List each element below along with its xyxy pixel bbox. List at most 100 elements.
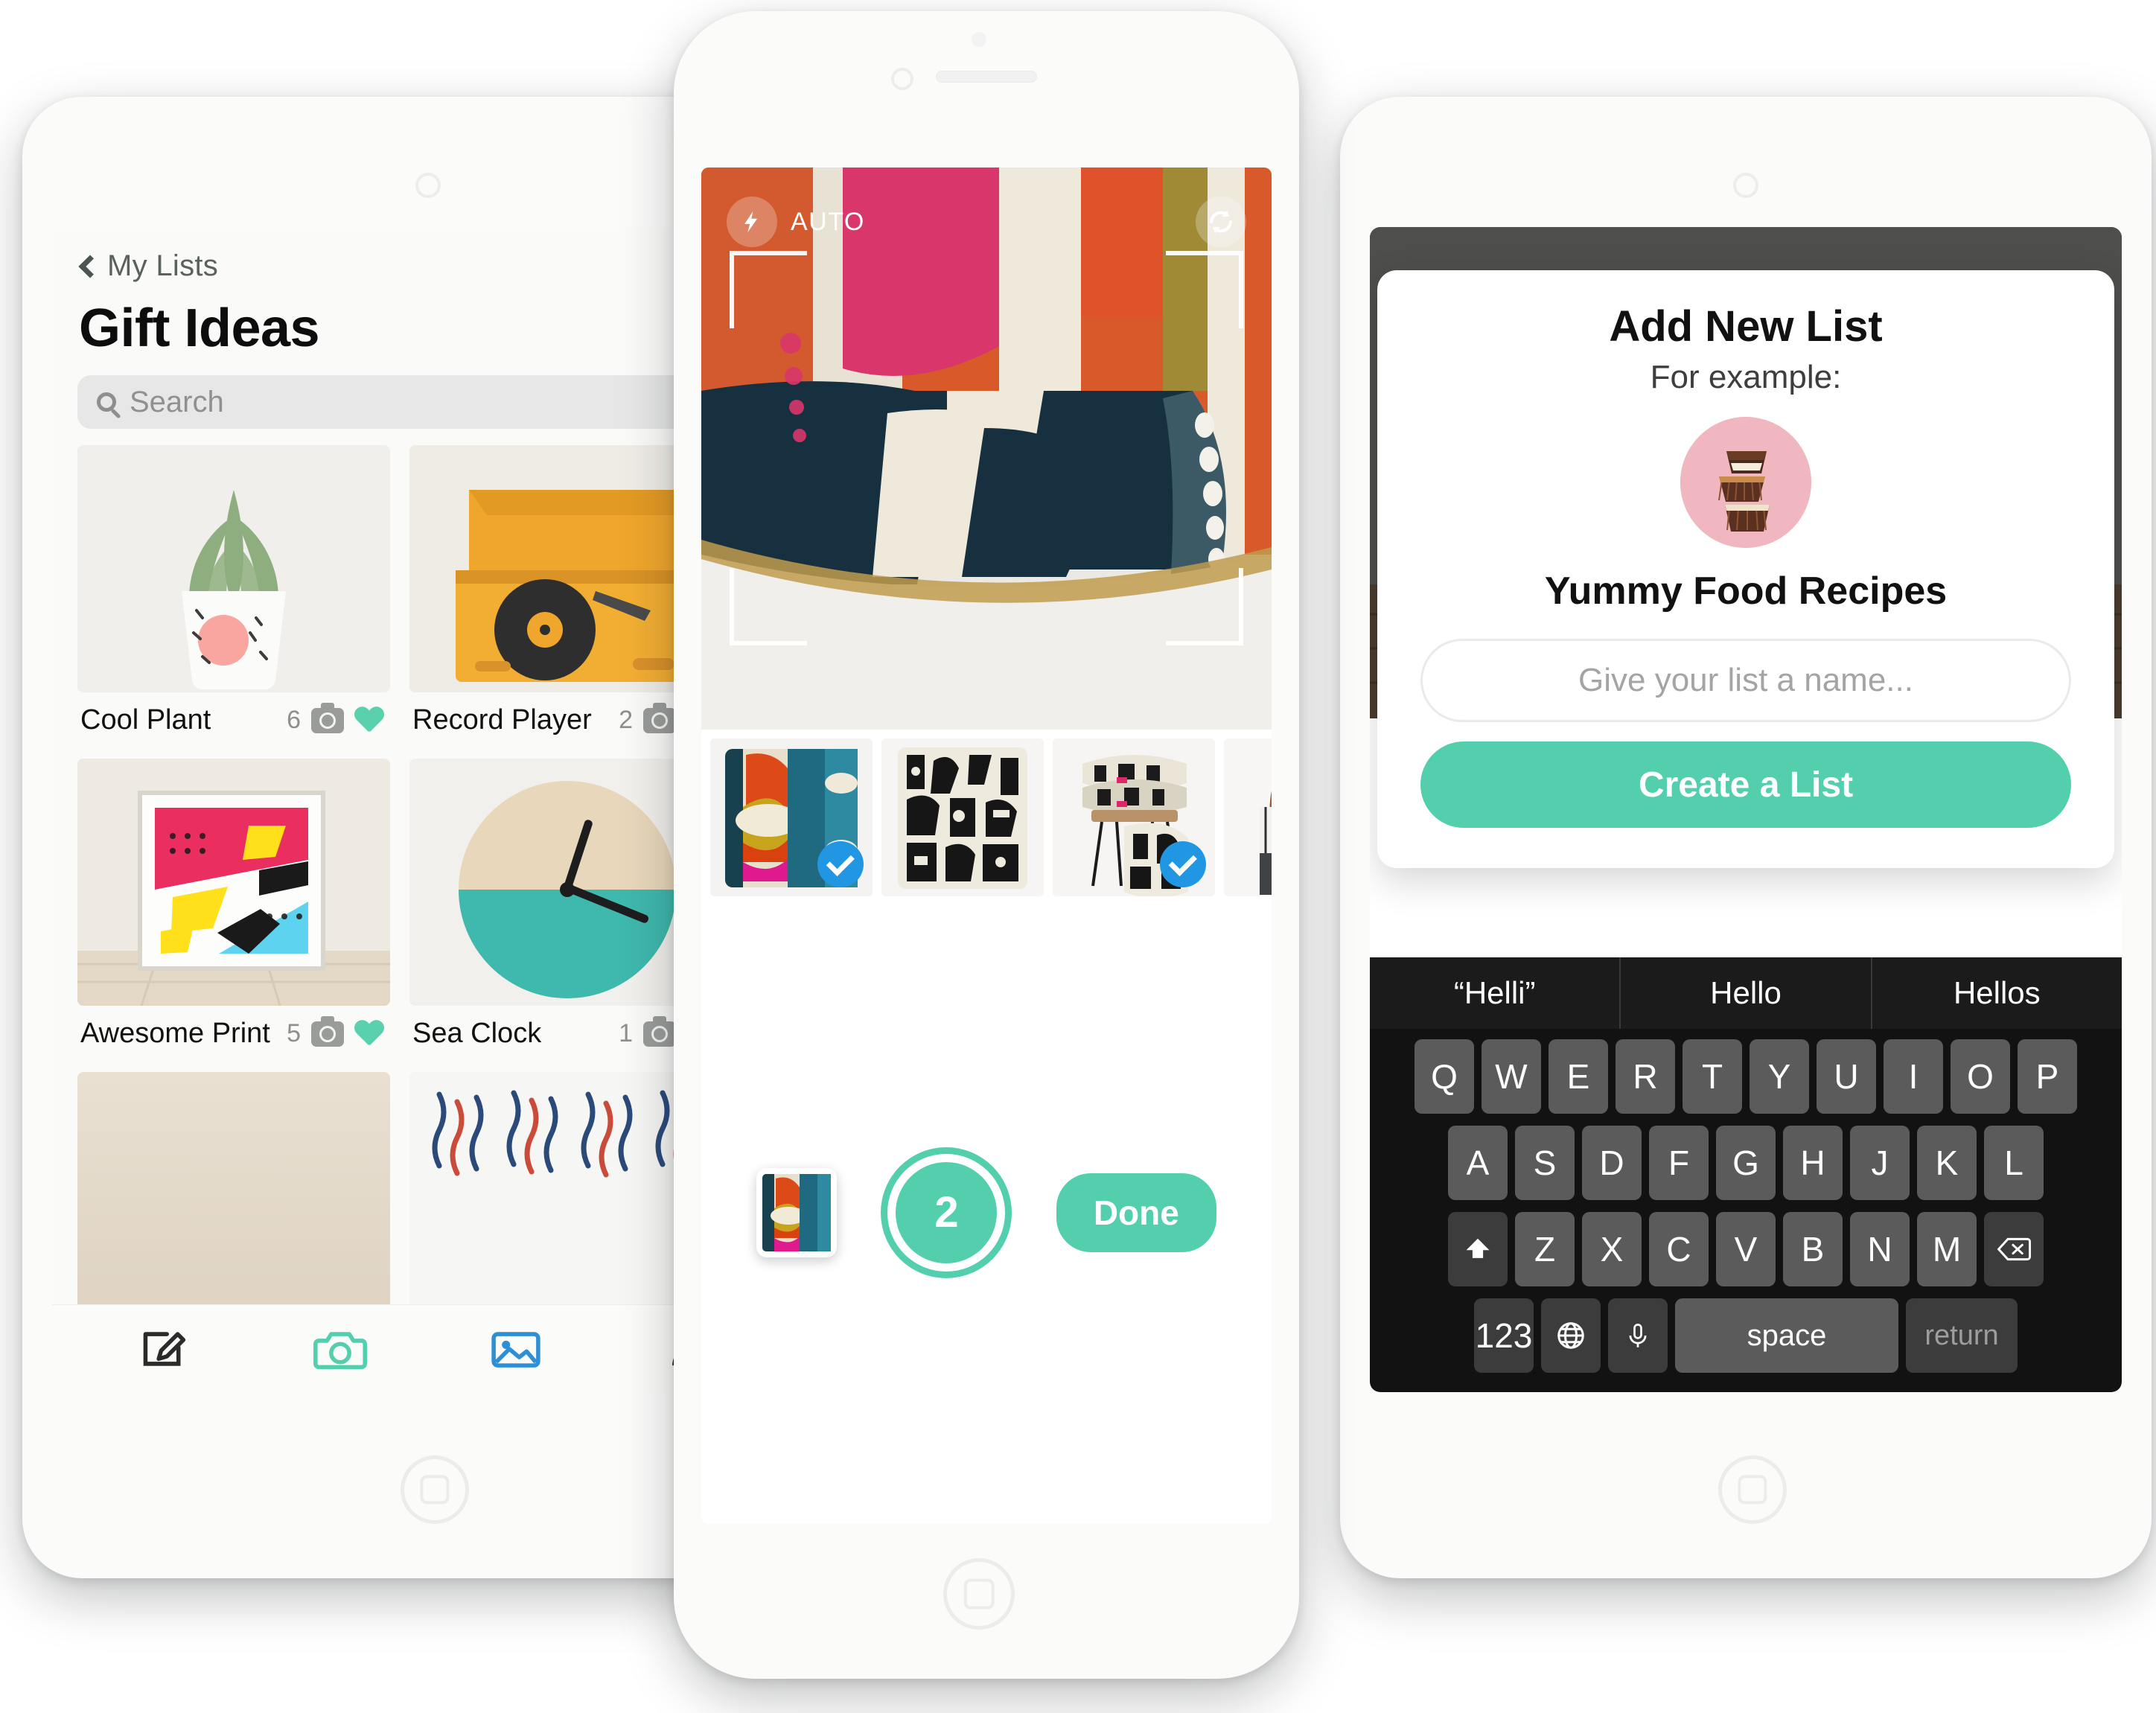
camera-flip-button[interactable] [1196,197,1246,247]
item-name: Awesome Print [80,1018,270,1049]
add-new-list-screen: Add New List For example: Yummy Food Rec… [1370,227,2122,1392]
key-w[interactable]: W [1482,1039,1541,1114]
key-q[interactable]: Q [1415,1039,1474,1114]
key-space[interactable]: space [1675,1298,1898,1373]
check-circle-icon[interactable] [1160,841,1206,887]
center-phone-screen: AUTO 2 Done [701,168,1272,1524]
captured-thumbnails-strip[interactable] [701,730,1272,901]
shutter-button[interactable]: 2 [887,1153,1006,1272]
key-i[interactable]: I [1884,1039,1943,1114]
flash-control[interactable]: AUTO [727,197,865,247]
key-u[interactable]: U [1817,1039,1876,1114]
item-photo[interactable] [77,1072,390,1319]
focus-corner-br [1166,568,1243,645]
key-h[interactable]: H [1783,1126,1843,1200]
key-d[interactable]: D [1582,1126,1642,1200]
key-z[interactable]: Z [1515,1212,1575,1286]
sidebar-item-edit[interactable] [136,1326,194,1372]
last-shot-thumbnail[interactable] [756,1167,838,1257]
key-n[interactable]: N [1850,1212,1910,1286]
key-y[interactable]: Y [1750,1039,1809,1114]
awesome-print-photo [77,759,390,1006]
shutter-count: 2 [934,1188,959,1237]
key-e[interactable]: E [1549,1039,1608,1114]
key-p[interactable]: P [2018,1039,2077,1114]
key-b[interactable]: B [1783,1212,1843,1286]
item-photo[interactable] [77,445,390,692]
example-avatar [1680,417,1811,548]
search-input[interactable]: Search [77,375,747,429]
thumbnail-item[interactable] [1224,739,1272,896]
thumb-tote-bag [1224,739,1272,896]
item-photo[interactable] [77,759,390,1006]
suggestion-2[interactable]: Hellos [1870,957,2122,1029]
key-return[interactable]: return [1906,1298,2018,1373]
home-button[interactable] [943,1558,1015,1630]
thumbnail-item[interactable] [710,739,873,896]
list-name-input[interactable]: Give your list a name... [1420,639,2071,722]
list-item[interactable]: Cool Plant 6 [77,445,390,744]
key-x[interactable]: X [1582,1212,1642,1286]
cool-plant-photo [77,445,390,692]
camera-icon [313,1331,368,1369]
focus-corner-tl [730,251,807,328]
key-k[interactable]: K [1917,1126,1977,1200]
key-a[interactable]: A [1448,1126,1508,1200]
item-photo-count: 5 [287,1019,301,1047]
key-j[interactable]: J [1850,1126,1910,1200]
globe-icon[interactable] [1541,1298,1601,1373]
thumbnail-item[interactable] [881,739,1044,896]
sidebar-item-gallery[interactable] [487,1326,545,1372]
key-f[interactable]: F [1649,1126,1709,1200]
camera-flip-icon [1210,210,1232,234]
backspace-icon[interactable] [1984,1212,2044,1286]
camera-viewfinder[interactable]: AUTO [701,168,1272,730]
list-item[interactable] [77,1072,390,1319]
suggestion-1[interactable]: Hello [1619,957,1870,1029]
home-button[interactable] [401,1455,469,1524]
right-tablet-screen: Add New List For example: Yummy Food Rec… [1370,227,2122,1392]
screenshot-canvas: My Lists Gift Ideas Search Cool Plant 6 … [0,0,2156,1713]
photo-icon [491,1331,540,1368]
create-list-button[interactable]: Create a List [1420,741,2071,828]
key-g[interactable]: G [1716,1126,1776,1200]
key-v[interactable]: V [1716,1212,1776,1286]
list-item[interactable]: Awesome Print 5 [77,759,390,1057]
thumbnail-item[interactable] [1053,739,1215,896]
shift-icon[interactable] [1448,1212,1508,1286]
list-name-placeholder: Give your list a name... [1578,662,1913,698]
suggestion-0[interactable]: “Helli” [1370,957,1619,1029]
heart-icon[interactable] [354,1021,384,1047]
heart-icon[interactable] [354,707,384,734]
example-list-name: Yummy Food Recipes [1544,570,1948,613]
focus-corner-bl [730,568,807,645]
backspace-glyph [1997,1237,2031,1261]
key-c[interactable]: C [1649,1212,1709,1286]
center-phone-device: AUTO 2 Done [674,11,1299,1679]
item-name: Cool Plant [80,704,211,736]
microphone-icon[interactable] [1608,1298,1668,1373]
key-r[interactable]: R [1616,1039,1675,1114]
key-l[interactable]: L [1984,1126,2044,1200]
check-circle-icon[interactable] [817,841,864,887]
sidebar-item-camera[interactable] [311,1326,369,1372]
key-m[interactable]: M [1917,1212,1977,1286]
earpiece-speaker [936,71,1037,83]
flash-bolt-icon [744,211,758,233]
search-icon [97,392,116,412]
key-o[interactable]: O [1951,1039,2010,1114]
done-button[interactable]: Done [1056,1173,1216,1252]
key-t[interactable]: T [1683,1039,1742,1114]
front-camera-sensor-icon [891,68,913,90]
flash-button[interactable] [727,197,777,247]
on-screen-keyboard: “Helli” Hello Hellos Q W E R T Y U I O P… [1370,957,2122,1392]
camera-icon [311,702,344,733]
key-numbers[interactable]: 123 [1474,1298,1534,1373]
camera-controls: 2 Done [701,901,1272,1524]
chevron-left-icon [78,254,102,278]
focus-corner-tr [1166,251,1243,328]
key-s[interactable]: S [1515,1126,1575,1200]
keyboard-row-2: A S D F G H J K L [1376,1126,2116,1200]
home-button[interactable] [1718,1455,1787,1524]
keyboard-row-4: 123 space return [1376,1298,2116,1373]
